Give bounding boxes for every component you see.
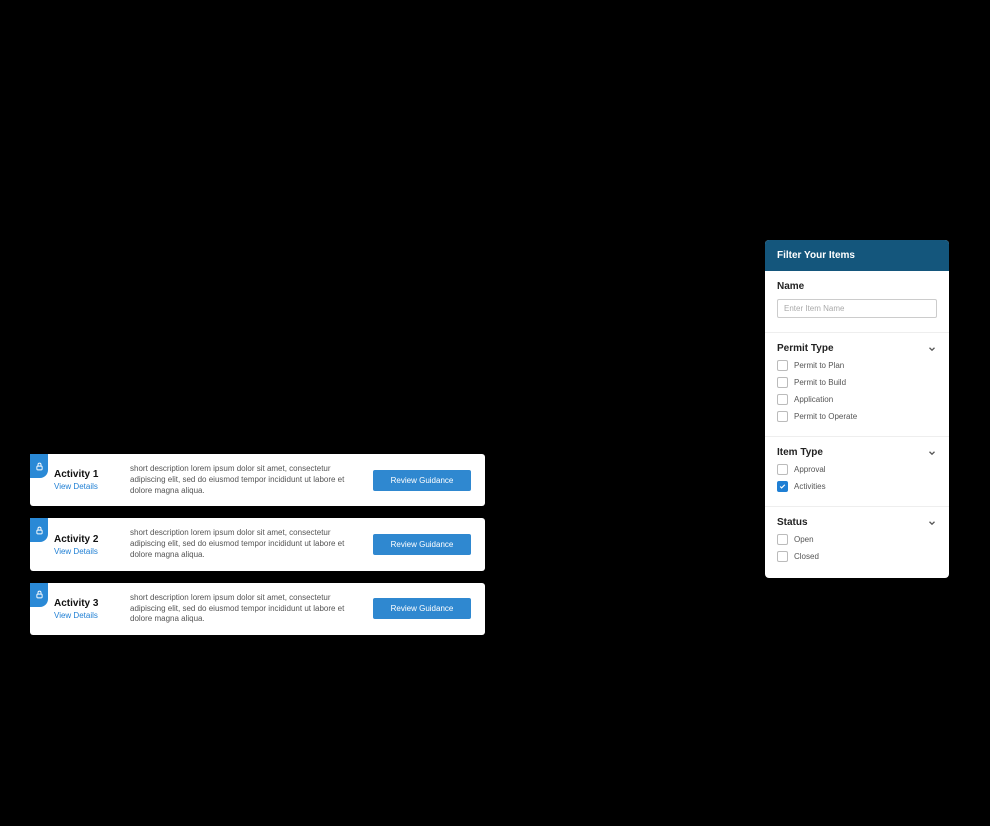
- item-type-label: Item Type: [777, 447, 823, 458]
- checkbox[interactable]: [777, 360, 788, 371]
- activity-card: Activity 2 View Detailsshort description …: [30, 518, 485, 570]
- checkbox[interactable]: [777, 411, 788, 422]
- filter-section-permit-type: Permit Type Permit to Plan Permit to Buil…: [777, 343, 937, 422]
- name-label: Name: [777, 281, 804, 292]
- activities-list: Activity 1View Detailsshort description …: [30, 454, 485, 647]
- activity-head: Activity 1 View Details: [54, 469, 126, 491]
- chevron-down-icon: [927, 448, 937, 458]
- checkbox[interactable]: [777, 394, 788, 405]
- permit-type-label: Permit Type: [777, 343, 834, 354]
- filter-option[interactable]: Permit to Operate: [777, 411, 937, 422]
- section-head-status[interactable]: Status: [777, 517, 937, 528]
- filter-option[interactable]: Permit to Plan: [777, 360, 937, 371]
- review-guidance-button[interactable]: Review Guidance: [373, 598, 471, 619]
- permit-type-options: Permit to Plan Permit to Build Application…: [777, 360, 937, 422]
- activity-description: short description lorem ipsum dolor sit …: [126, 464, 373, 496]
- review-guidance-button[interactable]: Review Guidance: [373, 470, 471, 491]
- section-head-permit-type[interactable]: Permit Type: [777, 343, 937, 354]
- divider: [765, 436, 949, 437]
- lock-icon: [30, 518, 48, 542]
- activity-head: Activity 3 View Details: [54, 598, 126, 620]
- filter-panel: Filter Your Items Name Permit Type Permi…: [765, 240, 949, 578]
- filter-option[interactable]: Activities: [777, 481, 937, 492]
- filter-header: Filter Your Items: [765, 240, 949, 271]
- filter-option[interactable]: Closed: [777, 551, 937, 562]
- option-label: Closed: [794, 552, 819, 561]
- activity-title: Activity 2: [54, 534, 126, 545]
- divider: [765, 332, 949, 333]
- option-label: Permit to Operate: [794, 412, 857, 421]
- status-label: Status: [777, 517, 808, 528]
- filter-option[interactable]: Approval: [777, 464, 937, 475]
- view-details-link[interactable]: View Details: [54, 611, 126, 620]
- filter-section-item-type: Item Type Approval Activities: [777, 447, 937, 492]
- filter-body: Name Permit Type Permit to PlanPermit to…: [765, 271, 949, 578]
- lock-icon: [30, 454, 48, 478]
- option-label: Open: [794, 535, 814, 544]
- activity-description: short description lorem ipsum dolor sit …: [126, 593, 373, 625]
- chevron-down-icon: [927, 518, 937, 528]
- item-type-options: Approval Activities: [777, 464, 937, 492]
- filter-section-status: Status Open Closed: [777, 517, 937, 562]
- option-label: Approval: [794, 465, 826, 474]
- option-label: Activities: [794, 482, 826, 491]
- activity-title: Activity 1: [54, 469, 126, 480]
- option-label: Permit to Plan: [794, 361, 844, 370]
- view-details-link[interactable]: View Details: [54, 482, 126, 491]
- checkbox[interactable]: [777, 377, 788, 388]
- activity-description: short description lorem ipsum dolor sit …: [126, 528, 373, 560]
- activity-head: Activity 2 View Details: [54, 534, 126, 556]
- view-details-link[interactable]: View Details: [54, 547, 126, 556]
- option-label: Permit to Build: [794, 378, 846, 387]
- divider: [765, 506, 949, 507]
- filter-option[interactable]: Permit to Build: [777, 377, 937, 388]
- activity-card: Activity 1 View Detailsshort description …: [30, 454, 485, 506]
- review-guidance-button[interactable]: Review Guidance: [373, 534, 471, 555]
- filter-section-name: Name: [777, 281, 937, 318]
- section-head-name: Name: [777, 281, 937, 292]
- activity-card: Activity 3 View Detailsshort description …: [30, 583, 485, 635]
- lock-icon: [30, 583, 48, 607]
- filter-option[interactable]: Open: [777, 534, 937, 545]
- checkbox[interactable]: [777, 534, 788, 545]
- checkbox[interactable]: [777, 481, 788, 492]
- activity-title: Activity 3: [54, 598, 126, 609]
- filter-option[interactable]: Application: [777, 394, 937, 405]
- status-options: Open Closed: [777, 534, 937, 562]
- chevron-down-icon: [927, 344, 937, 354]
- checkbox[interactable]: [777, 464, 788, 475]
- option-label: Application: [794, 395, 833, 404]
- section-head-item-type[interactable]: Item Type: [777, 447, 937, 458]
- checkbox[interactable]: [777, 551, 788, 562]
- name-input[interactable]: [777, 299, 937, 318]
